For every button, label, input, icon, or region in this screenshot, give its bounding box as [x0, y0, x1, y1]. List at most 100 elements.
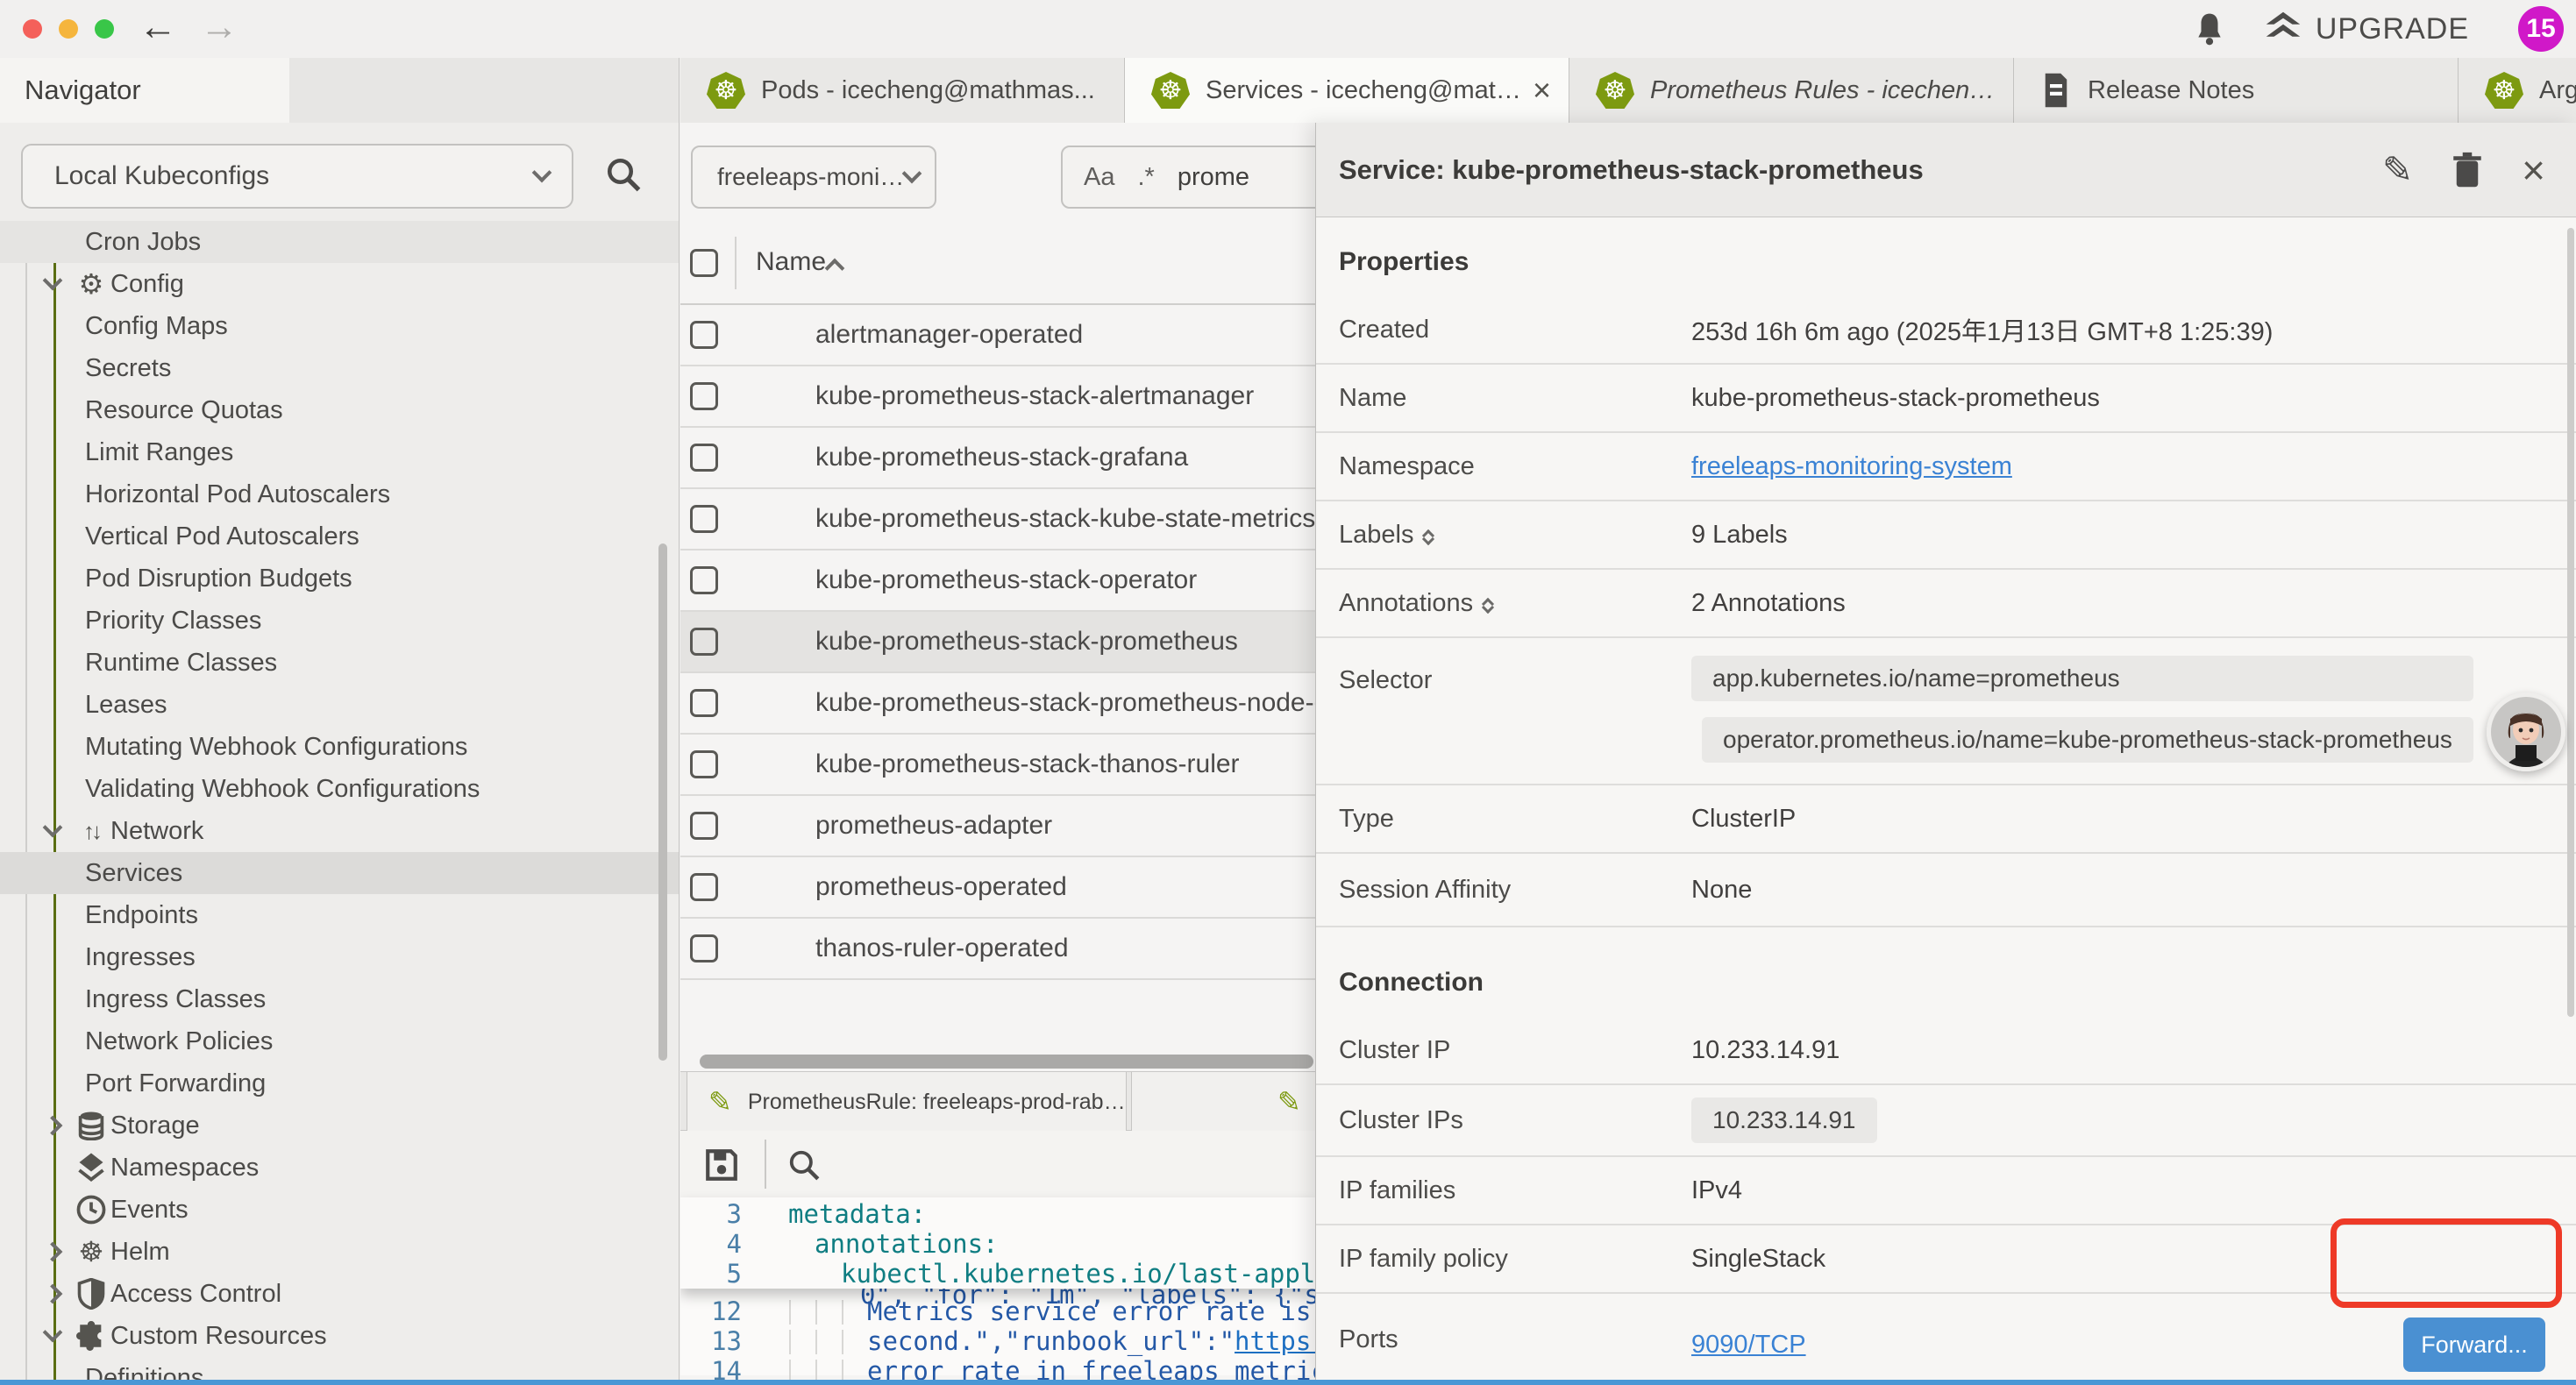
- tab-pods[interactable]: ☸ Pods - icecheng@mathmas...: [680, 58, 1125, 123]
- table-row-selected[interactable]: kube-prometheus-stack-prometheus: [680, 612, 1315, 673]
- table-row[interactable]: prometheus-operated: [680, 857, 1315, 919]
- row-checkbox[interactable]: [690, 505, 718, 533]
- filter-box[interactable]: Aa .* prome: [1061, 146, 1315, 209]
- row-checkbox[interactable]: [690, 873, 718, 901]
- kubeconfig-selector[interactable]: Local Kubeconfigs: [21, 144, 573, 209]
- select-all-checkbox[interactable]: [690, 249, 718, 277]
- table-row[interactable]: thanos-ruler-operated: [680, 919, 1315, 980]
- sidebar-item-runtime-classes[interactable]: Runtime Classes: [0, 642, 680, 684]
- sidebar-item-resource-quotas[interactable]: Resource Quotas: [0, 389, 680, 431]
- name-column-header[interactable]: Name: [756, 247, 826, 277]
- row-checkbox[interactable]: [690, 689, 718, 717]
- tab-argo[interactable]: ☸ Argo Se: [2459, 58, 2576, 123]
- table-row[interactable]: kube-prometheus-stack-prometheus-node-ex…: [680, 673, 1315, 735]
- tab-services[interactable]: ☸ Services - icecheng@math... ×: [1125, 58, 1569, 123]
- bell-icon[interactable]: [2193, 11, 2226, 47]
- detail-scrollbar[interactable]: [2567, 228, 2574, 1017]
- toolbar-divider: [765, 1140, 766, 1189]
- row-checkbox[interactable]: [690, 934, 718, 962]
- tab-prometheus-rules[interactable]: ☸ Prometheus Rules - icecheng...: [1569, 58, 2014, 123]
- avatar[interactable]: [2487, 692, 2565, 771]
- yaml-line: 12 Metrics service error rate is {{ $va: [680, 1296, 1315, 1326]
- sidebar-item-cron-jobs[interactable]: Cron Jobs: [0, 221, 680, 263]
- close-icon[interactable]: ×: [2522, 146, 2545, 194]
- sidebar-item-limit-ranges[interactable]: Limit Ranges: [0, 431, 680, 473]
- row-checkbox[interactable]: [690, 812, 718, 840]
- sidebar-item-access-control[interactable]: Access Control: [0, 1273, 680, 1315]
- tab-release-notes[interactable]: Release Notes: [2014, 58, 2459, 123]
- tab-navigator[interactable]: Navigator: [0, 58, 289, 123]
- row-checkbox[interactable]: [690, 382, 718, 410]
- sidebar-item-config[interactable]: ⚙ Config: [0, 263, 680, 305]
- edit-icon[interactable]: ✎: [2382, 148, 2413, 191]
- row-checkbox[interactable]: [690, 628, 718, 656]
- table-row[interactable]: kube-prometheus-stack-grafana: [680, 428, 1315, 489]
- sidebar-item-definitions[interactable]: Definitions: [0, 1357, 680, 1380]
- sidebar-item-priority-classes[interactable]: Priority Classes: [0, 600, 680, 642]
- table-row[interactable]: kube-prometheus-stack-kube-state-metrics: [680, 489, 1315, 550]
- sidebar-item-network[interactable]: ↑↓ Network: [0, 810, 680, 852]
- sidebar-item-helm[interactable]: ☸ Helm: [0, 1231, 680, 1273]
- upgrade-icon[interactable]: [2263, 11, 2303, 47]
- yaml-editor[interactable]: 0", "for": "1m", "labels": {"service": "…: [680, 1197, 1315, 1375]
- row-checkbox[interactable]: [690, 321, 718, 349]
- sidebar-item-network-policies[interactable]: Network Policies: [0, 1020, 680, 1062]
- sidebar-scrollbar[interactable]: [658, 543, 667, 1061]
- sidebar-item-horizontal-pod-autoscalers[interactable]: Horizontal Pod Autoscalers: [0, 473, 680, 515]
- editor-tab-prometheusrule[interactable]: ✎ PrometheusRule: freeleaps-prod-rabbitm…: [687, 1072, 1127, 1132]
- forward-button[interactable]: →: [200, 5, 238, 49]
- table-row[interactable]: prometheus-adapter: [680, 796, 1315, 857]
- table-row[interactable]: alertmanager-operated: [680, 305, 1315, 366]
- match-case-toggle[interactable]: Aa: [1084, 163, 1114, 192]
- expand-labels-icon[interactable]: [1424, 526, 1433, 543]
- sidebar-item-leases[interactable]: Leases: [0, 684, 680, 726]
- window-minimize-button[interactable]: [59, 19, 78, 39]
- horizontal-scrollbar[interactable]: [700, 1055, 1313, 1069]
- sidebar-item-endpoints[interactable]: Endpoints: [0, 894, 680, 936]
- sidebar-item-ingresses[interactable]: Ingresses: [0, 936, 680, 978]
- window-close-button[interactable]: [23, 19, 42, 39]
- sidebar-item-events[interactable]: Events: [0, 1189, 680, 1231]
- row-checkbox[interactable]: [690, 750, 718, 778]
- selector-row: Selector app.kubernetes.io/name=promethe…: [1316, 638, 2576, 785]
- save-icon[interactable]: [703, 1147, 740, 1183]
- back-button[interactable]: ←: [139, 5, 177, 49]
- sidebar-item-vertical-pod-autoscalers[interactable]: Vertical Pod Autoscalers: [0, 515, 680, 558]
- row-checkbox[interactable]: [690, 566, 718, 594]
- namespace-selector[interactable]: freeleaps-monitoring-system: [691, 146, 936, 209]
- forward-button[interactable]: Forward...: [2403, 1318, 2545, 1372]
- search-icon[interactable]: [605, 156, 642, 193]
- sidebar-item-port-forwarding[interactable]: Port Forwarding: [0, 1062, 680, 1104]
- detail-title: Service: kube-prometheus-stack-prometheu…: [1339, 154, 2344, 186]
- close-tab-icon[interactable]: ×: [1533, 72, 1551, 109]
- editor-tab-partial[interactable]: ✎: [1131, 1072, 1315, 1132]
- runbook-url-link[interactable]: https://net: [1235, 1326, 1315, 1356]
- sidebar-item-namespaces[interactable]: Namespaces: [0, 1147, 680, 1189]
- table-row[interactable]: kube-prometheus-stack-alertmanager: [680, 366, 1315, 428]
- sidebar-item-pod-disruption-budgets[interactable]: Pod Disruption Budgets: [0, 558, 680, 600]
- sidebar-item-secrets[interactable]: Secrets: [0, 347, 680, 389]
- sidebar-item-services[interactable]: Services: [0, 852, 680, 894]
- filter-input[interactable]: prome: [1178, 163, 1249, 192]
- notification-badge[interactable]: 15: [2518, 6, 2564, 52]
- namespace-link[interactable]: freeleaps-monitoring-system: [1691, 452, 2012, 481]
- sidebar-item-mutating-webhook-configurations[interactable]: Mutating Webhook Configurations: [0, 726, 680, 768]
- table-row[interactable]: kube-prometheus-stack-thanos-ruler: [680, 735, 1315, 796]
- expand-annotations-icon[interactable]: [1484, 594, 1492, 612]
- regex-toggle[interactable]: .*: [1137, 163, 1154, 192]
- window-zoom-button[interactable]: [95, 19, 114, 39]
- sort-asc-icon[interactable]: [825, 259, 845, 279]
- row-checkbox[interactable]: [690, 444, 718, 472]
- upgrade-button[interactable]: UPGRADE: [2316, 12, 2469, 46]
- delete-icon[interactable]: [2451, 152, 2483, 188]
- sidebar-item-config-maps[interactable]: Config Maps: [0, 305, 680, 347]
- detail-body: Properties Created 253d 16h 6m ago (2025…: [1316, 217, 2576, 1380]
- editor-search-icon[interactable]: [787, 1148, 821, 1182]
- sidebar-item-custom-resources[interactable]: Custom Resources: [0, 1315, 680, 1357]
- sidebar-item-storage[interactable]: Storage: [0, 1104, 680, 1147]
- sidebar-item-ingress-classes[interactable]: Ingress Classes: [0, 978, 680, 1020]
- sidebar-item-validating-webhook-configurations[interactable]: Validating Webhook Configurations: [0, 768, 680, 810]
- port-link[interactable]: 9090/TCP: [1691, 1331, 1806, 1360]
- shield-icon: [74, 1278, 109, 1310]
- table-row[interactable]: kube-prometheus-stack-operator: [680, 550, 1315, 612]
